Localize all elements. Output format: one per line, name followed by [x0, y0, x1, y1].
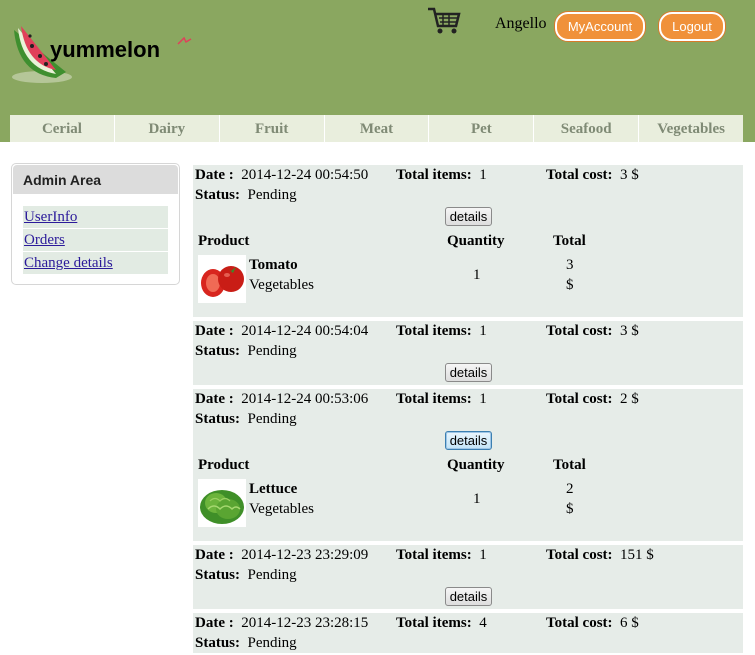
- tomato-image: [198, 255, 246, 303]
- order-total-cost: 3 $: [620, 167, 639, 183]
- product-category: Vegetables: [249, 501, 314, 517]
- total-header: Total: [553, 457, 586, 473]
- date-label: Date :: [195, 547, 234, 563]
- total-cost-label: Total cost:: [546, 391, 613, 407]
- sidebar-title: Admin Area: [13, 165, 178, 194]
- sidebar-link-change-details[interactable]: Change details: [23, 252, 168, 274]
- order-total-cost: 2 $: [620, 391, 639, 407]
- order-date: 2014-12-23 23:28:15: [241, 615, 369, 631]
- product-name: Tomato: [249, 257, 298, 273]
- admin-sidebar: Admin Area UserInfo Orders Change detail…: [11, 163, 180, 285]
- nav-item-meat[interactable]: Meat: [325, 115, 430, 142]
- order-date: 2014-12-23 23:29:09: [241, 547, 369, 563]
- sidebar-link-userinfo[interactable]: UserInfo: [23, 206, 168, 228]
- nav-item-pet[interactable]: Pet: [429, 115, 535, 142]
- nav-item-vegetables[interactable]: Vegetables: [639, 115, 743, 142]
- sidebar-link-orders[interactable]: Orders: [23, 229, 168, 251]
- product-total-value: 3: [566, 257, 574, 273]
- total-cost-label: Total cost:: [546, 615, 613, 631]
- nav-item-cerial[interactable]: Cerial: [10, 115, 115, 142]
- order-status: Pending: [247, 187, 297, 203]
- product-total-currency: $: [566, 277, 574, 293]
- date-label: Date :: [195, 615, 234, 631]
- order-total-cost: 151 $: [620, 547, 654, 563]
- user-name: Angello: [495, 15, 547, 32]
- order-total-items: 1: [479, 547, 487, 563]
- order-status: Pending: [247, 411, 297, 427]
- status-label: Status:: [195, 567, 241, 583]
- total-cost-label: Total cost:: [546, 323, 613, 339]
- date-label: Date :: [195, 391, 234, 407]
- lettuce-image: [198, 479, 246, 527]
- watermelon-logo-icon[interactable]: yummelon: [10, 12, 195, 90]
- order-status: Pending: [247, 567, 297, 583]
- total-cost-label: Total cost:: [546, 167, 613, 183]
- category-nav: Cerial Dairy Fruit Meat Pet Seafood Vege…: [10, 115, 743, 142]
- order-status: Pending: [247, 343, 297, 359]
- total-items-label: Total items:: [396, 323, 472, 339]
- order-product-table: Product Quantity Total Tomato Vegetables…: [193, 229, 743, 317]
- nav-item-dairy[interactable]: Dairy: [115, 115, 220, 142]
- date-label: Date :: [195, 323, 234, 339]
- order-date: 2014-12-24 00:53:06: [241, 391, 369, 407]
- order-total-items: 1: [479, 391, 487, 407]
- orders-list: Date : 2014-12-24 00:54:50 Total items: …: [193, 165, 743, 655]
- nav-item-seafood[interactable]: Seafood: [534, 115, 640, 142]
- product-total-value: 2: [566, 481, 574, 497]
- product-quantity: 1: [473, 491, 481, 507]
- order-total-cost: 6 $: [620, 615, 639, 631]
- status-label: Status:: [195, 343, 241, 359]
- nav-item-fruit[interactable]: Fruit: [220, 115, 325, 142]
- quantity-header: Quantity: [447, 233, 505, 249]
- product-header: Product: [198, 233, 250, 249]
- status-label: Status:: [195, 635, 241, 651]
- product-category: Vegetables: [249, 277, 314, 293]
- total-items-label: Total items:: [396, 391, 472, 407]
- product-total-currency: $: [566, 501, 574, 517]
- total-items-label: Total items:: [396, 167, 472, 183]
- order-date: 2014-12-24 00:54:50: [241, 167, 369, 183]
- quantity-header: Quantity: [447, 457, 505, 473]
- logout-button[interactable]: Logout: [659, 12, 725, 41]
- total-items-label: Total items:: [396, 547, 472, 563]
- order-entry: Date : 2014-12-23 23:29:09 Total items: …: [193, 545, 743, 611]
- order-total-items: 1: [479, 323, 487, 339]
- product-name: Lettuce: [249, 481, 298, 497]
- product-header: Product: [198, 457, 250, 473]
- total-cost-label: Total cost:: [546, 547, 613, 563]
- details-button[interactable]: details: [445, 431, 492, 450]
- total-header: Total: [553, 233, 586, 249]
- order-entry: Date : 2014-12-23 23:28:15 Total items: …: [193, 613, 743, 655]
- order-total-items: 4: [479, 615, 487, 631]
- order-status: Pending: [247, 635, 297, 651]
- status-label: Status:: [195, 411, 241, 427]
- logo-text: yummelon: [50, 37, 160, 62]
- details-button[interactable]: details: [445, 207, 492, 226]
- order-product-table: Product Quantity Total Lettuce Vegetable…: [193, 453, 743, 541]
- details-button[interactable]: details: [445, 587, 492, 606]
- my-account-button[interactable]: MyAccount: [555, 12, 645, 41]
- details-button[interactable]: details: [445, 363, 492, 382]
- order-entry: Date : 2014-12-24 00:53:06 Total items: …: [193, 389, 743, 543]
- status-label: Status:: [195, 187, 241, 203]
- shopping-cart-icon[interactable]: [426, 6, 462, 36]
- product-quantity: 1: [473, 267, 481, 283]
- order-total-cost: 3 $: [620, 323, 639, 339]
- date-label: Date :: [195, 167, 234, 183]
- order-entry: Date : 2014-12-24 00:54:50 Total items: …: [193, 165, 743, 319]
- order-total-items: 1: [479, 167, 487, 183]
- total-items-label: Total items:: [396, 615, 472, 631]
- order-entry: Date : 2014-12-24 00:54:04 Total items: …: [193, 321, 743, 387]
- order-date: 2014-12-24 00:54:04: [241, 323, 369, 339]
